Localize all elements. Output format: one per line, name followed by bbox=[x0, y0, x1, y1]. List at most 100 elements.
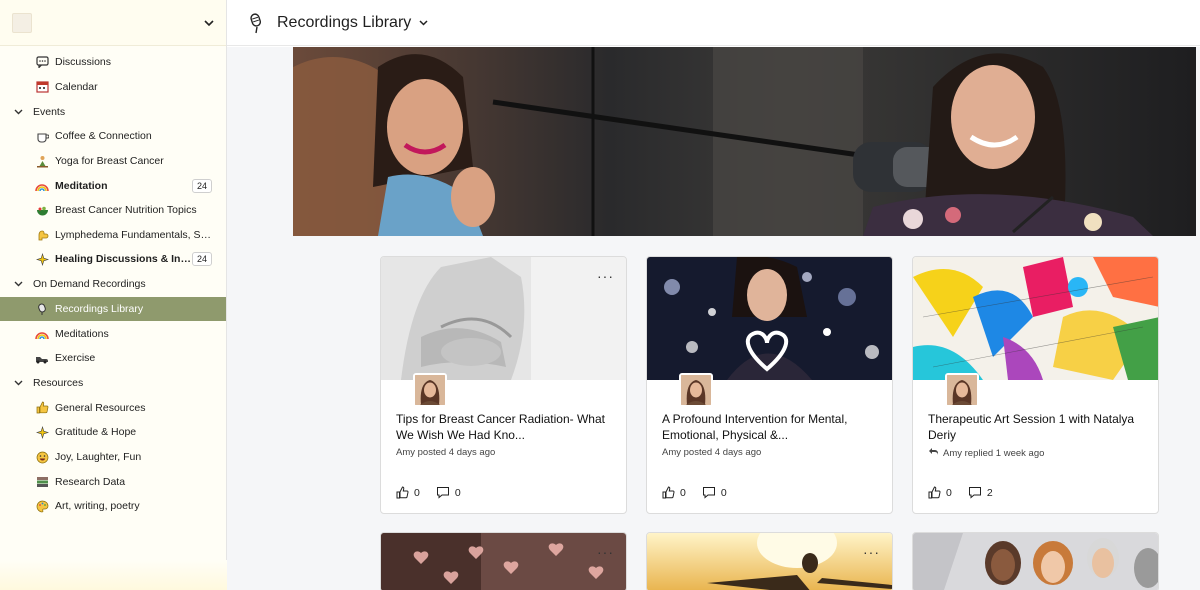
sidebar-item-yoga[interactable]: Yoga for Breast Cancer bbox=[0, 149, 226, 174]
unread-count-badge: 24 bbox=[191, 178, 212, 193]
chat-icon bbox=[35, 55, 49, 69]
unread-count-badge: 24 bbox=[191, 252, 212, 267]
sidebar-group-events[interactable]: Events bbox=[0, 99, 226, 124]
card-image bbox=[913, 533, 1158, 590]
sidebar-nav: Discussions Calendar Events Coffee & Con… bbox=[0, 46, 226, 519]
reply-icon bbox=[928, 447, 939, 459]
sidebar-item-healing-discussions[interactable]: Healing Discussions & Int... 24 bbox=[0, 247, 226, 272]
like-button[interactable]: 0 bbox=[928, 486, 952, 499]
yoga-icon bbox=[35, 154, 49, 168]
card-title[interactable]: Therapeutic Art Session 1 with Natalya D… bbox=[928, 411, 1150, 443]
card-image bbox=[381, 257, 626, 380]
sidebar-item-label: Research Data bbox=[55, 475, 126, 488]
page-title[interactable]: Recordings Library bbox=[277, 14, 411, 32]
rainbow-icon bbox=[35, 327, 49, 341]
card-title[interactable]: Tips for Breast Cancer Radiation- What W… bbox=[396, 411, 618, 443]
main-content: ··· Tips for Breast Cancer Radiation- Wh… bbox=[227, 47, 1200, 590]
comment-icon bbox=[968, 487, 981, 499]
card-meta-text: Amy posted 4 days ago bbox=[396, 447, 496, 458]
card-meta: Amy posted 4 days ago bbox=[662, 447, 761, 458]
sidebar-item-calendar[interactable]: Calendar bbox=[0, 75, 226, 100]
arm-icon bbox=[35, 228, 49, 242]
thumbs-up-icon bbox=[35, 401, 49, 415]
recording-card[interactable]: Therapeutic Art Session 1 with Natalya D… bbox=[912, 256, 1159, 514]
sidebar-item-label: Meditation bbox=[55, 179, 108, 192]
card-stats: 0 0 bbox=[662, 486, 743, 499]
sidebar-item-recordings-library[interactable]: Recordings Library bbox=[0, 296, 226, 322]
sidebar-item-label: Healing Discussions & Int... bbox=[55, 253, 192, 266]
recording-card[interactable]: ··· bbox=[380, 532, 627, 590]
sidebar-item-nutrition[interactable]: Breast Cancer Nutrition Topics bbox=[0, 198, 226, 223]
sidebar-item-meditations[interactable]: Meditations bbox=[0, 321, 226, 346]
sidebar-item-general-resources[interactable]: General Resources bbox=[0, 396, 226, 421]
chevron-down-icon bbox=[14, 107, 26, 117]
comment-icon bbox=[436, 487, 449, 499]
like-button[interactable]: 0 bbox=[396, 486, 420, 499]
chevron-down-icon[interactable] bbox=[419, 17, 428, 29]
like-button[interactable]: 0 bbox=[662, 486, 686, 499]
card-meta: Amy posted 4 days ago bbox=[396, 447, 495, 458]
sidebar-item-art-writing[interactable]: Art, writing, poetry bbox=[0, 494, 226, 519]
microphone-icon bbox=[35, 302, 49, 316]
community-logo bbox=[12, 12, 32, 33]
sidebar-item-meditation[interactable]: Meditation 24 bbox=[0, 173, 226, 198]
card-meta-text: Amy replied 1 week ago bbox=[943, 447, 1045, 459]
comment-count: 0 bbox=[720, 486, 727, 499]
sidebar-item-discussions[interactable]: Discussions bbox=[0, 50, 226, 75]
avatar bbox=[679, 373, 713, 407]
thumbs-up-icon bbox=[396, 486, 409, 499]
rainbow-icon bbox=[35, 179, 49, 193]
card-image bbox=[647, 533, 892, 590]
more-options-icon[interactable]: ··· bbox=[597, 545, 614, 559]
recording-card[interactable] bbox=[912, 532, 1159, 590]
page-header: Recordings Library bbox=[227, 0, 1200, 46]
comment-button[interactable]: 2 bbox=[968, 486, 993, 499]
recording-card[interactable]: A Profound Intervention for Mental, Emot… bbox=[646, 256, 893, 514]
comment-button[interactable]: 0 bbox=[436, 486, 461, 499]
card-stats: 0 2 bbox=[928, 486, 1009, 499]
sidebar-item-label: Gratitude & Hope bbox=[55, 426, 137, 439]
sidebar-group-resources[interactable]: Resources bbox=[0, 371, 226, 396]
thumbs-up-icon bbox=[662, 486, 675, 499]
more-options-icon[interactable]: ··· bbox=[863, 545, 880, 559]
chevron-down-icon[interactable] bbox=[204, 16, 214, 30]
sidebar-footer bbox=[0, 560, 227, 590]
microphone-icon bbox=[247, 12, 265, 34]
salad-icon bbox=[35, 203, 49, 217]
chevron-down-icon bbox=[14, 279, 26, 289]
comment-count: 0 bbox=[454, 486, 461, 499]
card-image bbox=[647, 257, 892, 380]
books-icon bbox=[35, 475, 49, 489]
comment-count: 2 bbox=[986, 486, 993, 499]
sidebar-item-label: Lymphedema Fundamentals, Se... bbox=[55, 228, 212, 241]
sidebar-item-coffee-connection[interactable]: Coffee & Connection bbox=[0, 124, 226, 149]
chevron-down-icon bbox=[14, 378, 26, 388]
recording-card[interactable]: ··· bbox=[646, 532, 893, 590]
comment-button[interactable]: 0 bbox=[702, 486, 727, 499]
shoe-icon bbox=[35, 351, 49, 365]
sidebar-item-exercise[interactable]: Exercise bbox=[0, 346, 226, 371]
sidebar-item-label: Recordings Library bbox=[55, 303, 144, 316]
smile-icon bbox=[35, 450, 49, 464]
sidebar-item-lymphedema[interactable]: Lymphedema Fundamentals, Se... bbox=[0, 223, 226, 248]
sparkle-icon bbox=[35, 425, 49, 439]
sidebar-group-on-demand[interactable]: On Demand Recordings bbox=[0, 272, 226, 297]
coffee-icon bbox=[35, 129, 49, 143]
thumbs-up-icon bbox=[928, 486, 941, 499]
sidebar: Discussions Calendar Events Coffee & Con… bbox=[0, 0, 227, 590]
card-stats: 0 0 bbox=[396, 486, 477, 499]
sidebar-item-label: Breast Cancer Nutrition Topics bbox=[55, 204, 197, 217]
recording-card[interactable]: ··· Tips for Breast Cancer Radiation- Wh… bbox=[380, 256, 627, 514]
sidebar-item-research-data[interactable]: Research Data bbox=[0, 469, 226, 494]
sidebar-item-joy-laughter[interactable]: Joy, Laughter, Fun bbox=[0, 445, 226, 470]
more-options-icon[interactable]: ··· bbox=[597, 269, 614, 283]
sidebar-item-label: Yoga for Breast Cancer bbox=[55, 155, 164, 168]
card-image bbox=[913, 257, 1158, 380]
card-title[interactable]: A Profound Intervention for Mental, Emot… bbox=[662, 411, 884, 443]
sidebar-group-label: Events bbox=[33, 105, 66, 118]
sidebar-item-gratitude-hope[interactable]: Gratitude & Hope bbox=[0, 420, 226, 445]
card-image bbox=[381, 533, 626, 590]
cover-image bbox=[293, 47, 1196, 236]
community-switcher[interactable] bbox=[0, 0, 226, 46]
sidebar-item-label: Calendar bbox=[55, 80, 98, 93]
